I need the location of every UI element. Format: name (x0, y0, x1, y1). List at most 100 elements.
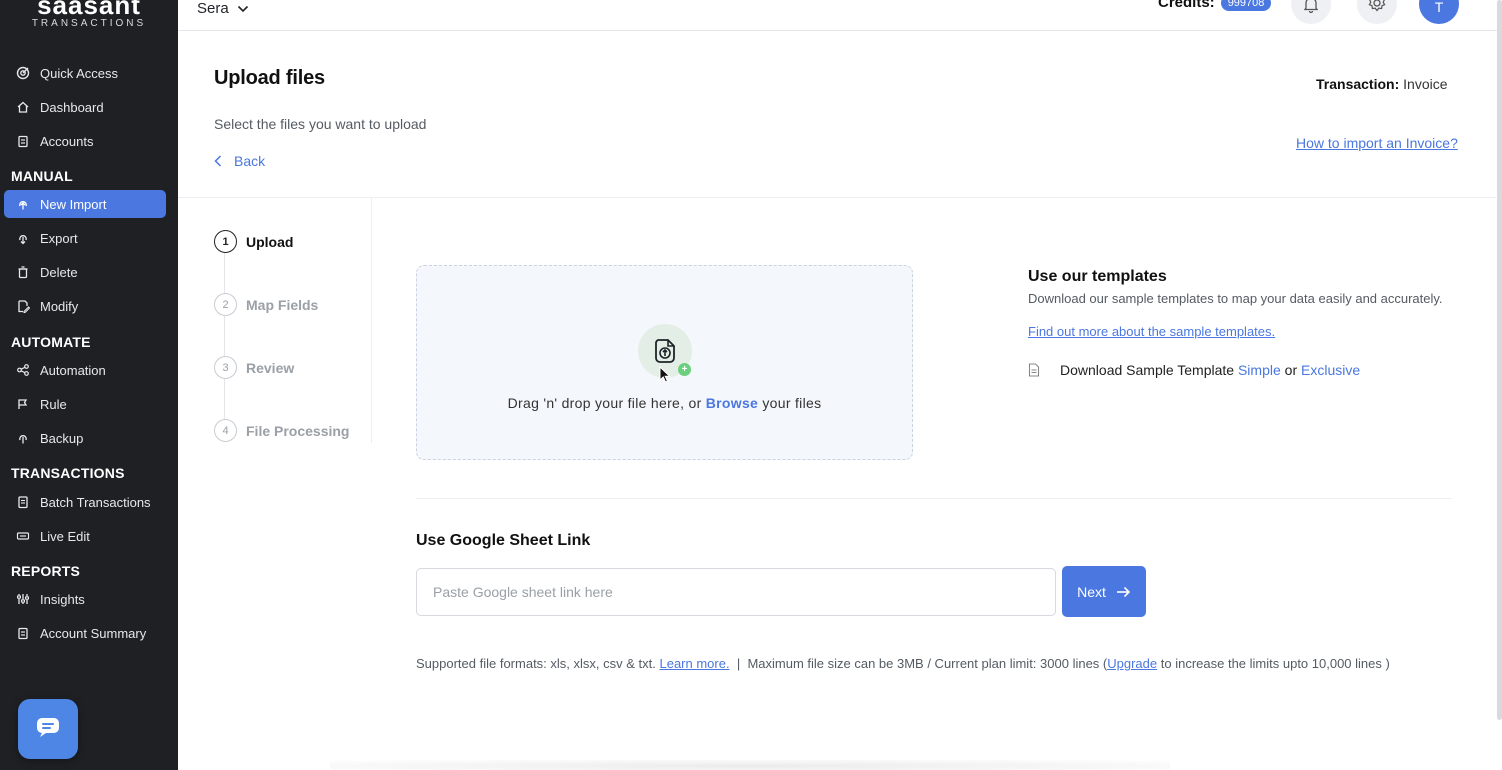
step-connector (224, 252, 225, 294)
mouse-cursor-icon (659, 365, 671, 388)
upgrade-link[interactable]: Upgrade (1107, 656, 1157, 671)
templates-more-link[interactable]: Find out more about the sample templates… (1028, 324, 1275, 339)
sidebar-item-account-summary[interactable]: Account Summary (4, 619, 166, 647)
sidebar-item-label: Quick Access (40, 65, 119, 81)
edit-doc-icon (16, 299, 30, 313)
section-manual: MANUAL (11, 168, 73, 184)
step-review: 3 Review (214, 356, 294, 379)
step-upload: 1 Upload (214, 230, 293, 253)
back-link[interactable]: Back (214, 153, 265, 169)
sidebar-item-new-import[interactable]: New Import (4, 190, 166, 218)
bottom-shadow (330, 760, 1170, 770)
sidebar-item-label: Automation (40, 362, 106, 378)
section-reports: REPORTS (11, 563, 81, 579)
rule-icon (16, 397, 30, 411)
sidebar-item-label: New Import (40, 196, 107, 212)
sidebar-item-label: Rule (40, 396, 67, 412)
workspace-selector[interactable]: Sera (197, 0, 249, 17)
home-icon (16, 100, 30, 114)
template-or: or (1284, 362, 1298, 378)
document-icon (16, 495, 30, 509)
scrollbar[interactable] (1497, 0, 1502, 720)
next-button[interactable]: Next (1062, 566, 1146, 617)
sidebar-item-export[interactable]: Export (4, 224, 166, 252)
sidebar-item-label: Live Edit (40, 528, 90, 544)
step-label: Map Fields (246, 296, 319, 313)
header-divider (178, 197, 1498, 198)
gear-icon (1367, 0, 1387, 18)
sidebar-item-live-edit[interactable]: Live Edit (4, 522, 166, 550)
step-label: Upload (246, 233, 294, 250)
sidebar-item-label: Accounts (40, 133, 94, 149)
step-label: Review (246, 359, 295, 376)
step-map-fields: 2 Map Fields (214, 293, 318, 316)
step-number: 4 (214, 419, 237, 442)
sliders-icon (16, 592, 30, 606)
plus-badge-icon: + (678, 363, 691, 376)
step-label: File Processing (246, 422, 350, 439)
chevron-left-icon (214, 155, 222, 167)
google-sheet-link-input[interactable] (416, 568, 1056, 616)
brand-sub: TRANSACTIONS (31, 18, 147, 29)
transaction-label: Transaction: (1316, 76, 1400, 92)
sidebar-item-automation[interactable]: Automation (4, 356, 166, 384)
step-connector (224, 379, 225, 419)
sidebar-item-label: Modify (40, 298, 79, 314)
sidebar-item-rule[interactable]: Rule (4, 390, 166, 418)
clipboard-icon (16, 626, 30, 640)
dropzone-text: Drag 'n' drop your file here, or Browse … (417, 395, 912, 411)
credits-badge: 999708 (1220, 0, 1272, 11)
settings-button[interactable] (1357, 0, 1397, 24)
quick-access-icon (16, 66, 30, 80)
import-icon (16, 197, 30, 211)
transaction-value: Invoice (1403, 76, 1448, 92)
sidebar-item-insights[interactable]: Insights (4, 585, 166, 613)
howto-import-link[interactable]: How to import an Invoice? (1296, 135, 1458, 151)
limit-after-text: to increase the limits upto 10,000 lines… (1160, 656, 1390, 671)
sidebar-item-delete[interactable]: Delete (4, 258, 166, 286)
export-icon (16, 231, 30, 245)
section-divider (416, 498, 1452, 499)
sidebar-item-quick-access[interactable]: Quick Access (4, 59, 166, 87)
step-number: 3 (214, 356, 237, 379)
step-number: 2 (214, 293, 237, 316)
section-automate: AUTOMATE (11, 334, 91, 350)
sidebar-item-dashboard[interactable]: Dashboard (4, 93, 166, 121)
top-bar: Sera Credits: 999708 T (178, 0, 1498, 31)
trash-icon (16, 265, 30, 279)
step-number: 1 (214, 230, 237, 253)
sidebar-item-backup[interactable]: Backup (4, 424, 166, 452)
step-file-processing: 4 File Processing (214, 419, 349, 442)
brand-logo[interactable]: saasant TRANSACTIONS (24, 0, 154, 29)
template-exclusive-link[interactable]: Exclusive (1301, 362, 1360, 378)
brand-name: saasant (37, 0, 141, 20)
section-transactions: TRANSACTIONS (11, 465, 125, 481)
file-dropzone[interactable]: + Drag 'n' drop your file here, or Brows… (416, 265, 913, 460)
user-avatar[interactable]: T (1419, 0, 1459, 24)
google-sheet-title: Use Google Sheet Link (416, 532, 591, 549)
browse-link[interactable]: Browse (706, 395, 758, 411)
sidebar-item-label: Backup (40, 430, 84, 446)
credits-label: Credits: (1158, 0, 1215, 11)
dropzone-text-after: your files (762, 395, 822, 411)
sidebar-item-accounts[interactable]: Accounts (4, 127, 166, 155)
stepper-divider (371, 198, 372, 443)
bell-icon (1302, 0, 1320, 18)
learn-more-link[interactable]: Learn more. (659, 656, 729, 671)
notifications-button[interactable] (1291, 0, 1331, 24)
template-simple-link[interactable]: Simple (1238, 362, 1281, 378)
sidebar-item-label: Dashboard (40, 99, 104, 115)
chat-support-button[interactable] (18, 699, 78, 759)
download-template-label: Download Sample Template (1060, 362, 1235, 378)
workspace-name: Sera (197, 0, 229, 17)
limit-text: Maximum file size can be 3MB / Current p… (747, 656, 1108, 671)
page-subtitle: Select the files you want to upload (214, 116, 427, 132)
sidebar-item-modify[interactable]: Modify (4, 292, 166, 320)
download-template-row: Download Sample Template Simple or Exclu… (1028, 362, 1360, 378)
transaction-type: Transaction: Invoice (1316, 76, 1448, 92)
share-nodes-icon (16, 363, 30, 377)
sidebar-item-label: Batch Transactions (40, 494, 151, 510)
backup-icon (16, 431, 30, 445)
sidebar-item-batch-transactions[interactable]: Batch Transactions (4, 488, 166, 516)
footnote-separator: | (736, 656, 741, 671)
